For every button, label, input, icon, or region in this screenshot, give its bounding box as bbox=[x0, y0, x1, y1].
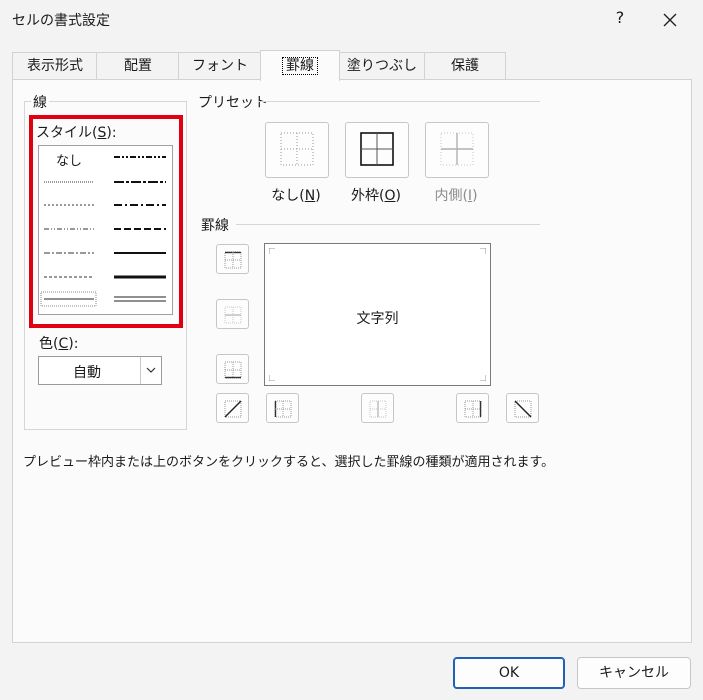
style-highlight-frame bbox=[29, 115, 183, 328]
tab-alignment[interactable]: 配置 bbox=[96, 52, 180, 80]
border-right-button[interactable] bbox=[456, 393, 489, 423]
color-label: 色(C): bbox=[39, 336, 79, 352]
border-left-button[interactable] bbox=[266, 393, 299, 423]
title-bar: セルの書式設定 ? bbox=[0, 0, 703, 40]
format-cells-dialog: セルの書式設定 ? 表示形式 配置 フォント 罫線 塗りつぶし 保護 線 スタイ… bbox=[0, 0, 703, 700]
color-dropdown[interactable]: 自動 bbox=[38, 356, 162, 385]
border-inside-horizontal-button[interactable] bbox=[216, 299, 249, 329]
preset-outline-button[interactable] bbox=[345, 122, 409, 178]
corner-mark bbox=[269, 375, 275, 381]
line-group-label: 線 bbox=[31, 92, 49, 112]
preset-none-icon bbox=[280, 132, 314, 166]
instruction-text: プレビュー枠内または上のボタンをクリックすると、選択した罫線の種類が適用されます… bbox=[23, 455, 555, 470]
ok-button[interactable]: OK bbox=[453, 657, 565, 689]
tab-protection[interactable]: 保護 bbox=[424, 52, 506, 80]
tab-font[interactable]: フォント bbox=[178, 52, 262, 80]
corner-mark bbox=[269, 248, 275, 254]
border-inside-horizontal-icon bbox=[224, 306, 242, 324]
border-bottom-icon bbox=[224, 361, 242, 379]
border-diagonal-up-button[interactable] bbox=[216, 393, 249, 423]
corner-mark bbox=[480, 248, 486, 254]
preset-outline-label: 外枠(O) bbox=[351, 188, 401, 204]
dropdown-arrow-icon[interactable] bbox=[140, 357, 161, 384]
border-top-icon bbox=[224, 251, 242, 269]
cancel-button[interactable]: キャンセル bbox=[577, 657, 691, 689]
preset-inside-icon bbox=[440, 132, 474, 166]
diagonal-up-icon bbox=[224, 400, 242, 418]
close-button[interactable] bbox=[650, 6, 690, 34]
preset-none-label: なし(N) bbox=[271, 188, 321, 204]
border-top-button[interactable] bbox=[216, 244, 249, 274]
preset-inside-label: 内側(I) bbox=[434, 188, 478, 204]
border-left-icon bbox=[274, 400, 292, 418]
border-bottom-button[interactable] bbox=[216, 354, 249, 384]
close-icon bbox=[663, 13, 677, 27]
dialog-title: セルの書式設定 bbox=[12, 13, 110, 29]
presets-divider bbox=[258, 101, 540, 102]
preview-text: 文字列 bbox=[356, 311, 399, 327]
border-diagonal-down-button[interactable] bbox=[506, 393, 539, 423]
border-inside-vertical-icon bbox=[369, 400, 387, 418]
presets-label: プリセット bbox=[196, 92, 270, 112]
border-label: 罫線 bbox=[199, 215, 231, 235]
border-divider bbox=[236, 224, 540, 225]
border-preview[interactable]: 文字列 bbox=[264, 243, 491, 386]
tab-border[interactable]: 罫線 bbox=[260, 50, 340, 81]
preset-none-button[interactable] bbox=[265, 122, 329, 178]
tab-fill[interactable]: 塗りつぶし bbox=[338, 52, 426, 80]
preset-inside-button[interactable] bbox=[425, 122, 489, 178]
border-inside-vertical-button[interactable] bbox=[361, 393, 394, 423]
help-button[interactable]: ? bbox=[608, 8, 632, 27]
border-right-icon bbox=[464, 400, 482, 418]
tab-number-format[interactable]: 表示形式 bbox=[12, 52, 98, 80]
diagonal-down-icon bbox=[514, 400, 532, 418]
corner-mark bbox=[480, 375, 486, 381]
color-value: 自動 bbox=[73, 365, 101, 381]
preset-outline-icon bbox=[360, 132, 394, 166]
